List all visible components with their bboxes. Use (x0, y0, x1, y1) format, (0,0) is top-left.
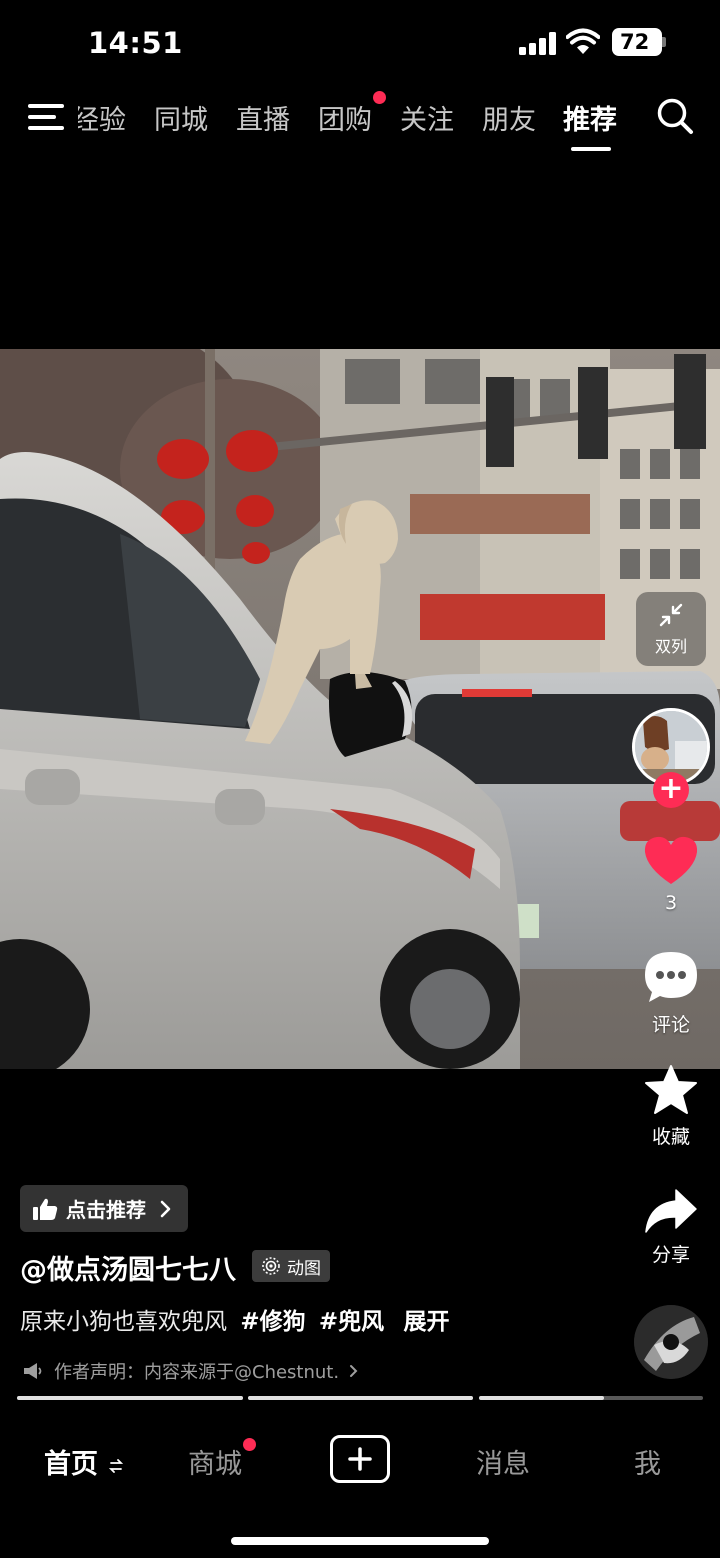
tab-group-buy[interactable]: 团购 (318, 98, 372, 137)
recommend-label: 点击推荐 (66, 1198, 146, 1222)
double-column-label: 双列 (654, 637, 687, 656)
group-buy-notification-dot (373, 91, 386, 104)
chevron-right-icon (160, 1200, 171, 1217)
music-disc[interactable] (634, 1305, 708, 1379)
tab-following[interactable]: 关注 (400, 98, 454, 137)
plus-icon (348, 1447, 372, 1471)
progress-segment (479, 1396, 703, 1400)
megaphone-icon (24, 1363, 42, 1379)
status-time: 14:51 (88, 26, 183, 60)
video-caption: 原来小狗也喜欢兜风 #修狗 #兜风 展开 (20, 1302, 450, 1336)
progress-segment (17, 1396, 243, 1400)
tab-messages[interactable]: 消息 (476, 1442, 530, 1481)
chevron-right-icon (350, 1365, 358, 1377)
like-button[interactable]: 3 (630, 836, 712, 914)
tab-same-city[interactable]: 同城 (154, 98, 208, 137)
active-tab-indicator (571, 147, 611, 151)
hashtag[interactable]: #修狗 (240, 1309, 305, 1335)
top-navigation: 经验 同城 直播 团购 关注 朋友 推荐 (0, 90, 720, 151)
hashtag[interactable]: #兜风 (319, 1309, 384, 1335)
create-button[interactable] (330, 1435, 390, 1483)
video-frame (0, 349, 720, 1069)
battery-indicator: 72 (612, 28, 662, 56)
progress-fill (248, 1396, 473, 1400)
wifi-icon (566, 28, 600, 54)
share-button[interactable]: 分享 (630, 1188, 712, 1267)
recommend-button[interactable]: 点击推荐 (20, 1185, 188, 1232)
double-column-button[interactable]: 双列 (636, 592, 706, 666)
tab-home-label: 首页 (44, 1449, 98, 1480)
tab-mall[interactable]: 商城 (188, 1442, 242, 1481)
caption-text: 原来小狗也喜欢兜风 (20, 1309, 227, 1335)
battery-tip (662, 37, 666, 47)
comment-icon (645, 952, 697, 1002)
video-player[interactable] (0, 349, 720, 1069)
motion-icon (262, 1257, 280, 1275)
declaration-text: 作者声明：内容来源于@Chestnut. (54, 1362, 340, 1383)
tab-experience[interactable]: 经验 (78, 98, 130, 137)
star-icon (645, 1065, 697, 1114)
progress-fill (17, 1396, 243, 1400)
favorite-button[interactable]: 收藏 (630, 1064, 712, 1149)
tab-live[interactable]: 直播 (236, 98, 290, 137)
share-arrow-icon (645, 1189, 697, 1233)
thumbs-up-icon (33, 1198, 58, 1220)
search-icon[interactable] (655, 96, 695, 136)
music-disc-image (634, 1305, 708, 1379)
progress-segment (248, 1396, 473, 1400)
swap-icon (109, 1458, 124, 1473)
comment-label: 评论 (651, 1014, 690, 1036)
author-declaration[interactable]: 作者声明：内容来源于@Chestnut. (22, 1358, 361, 1384)
tab-me[interactable]: 我 (634, 1442, 661, 1481)
menu-icon[interactable] (28, 102, 66, 132)
favorite-label: 收藏 (651, 1126, 690, 1148)
home-indicator[interactable] (231, 1537, 489, 1545)
cellular-signal-icon (519, 31, 557, 55)
tab-home[interactable]: 首页 (44, 1442, 124, 1481)
plus-icon: + (658, 770, 684, 806)
author-name[interactable]: @做点汤圆七七八 (20, 1248, 236, 1287)
tab-recommended[interactable]: 推荐 (563, 98, 617, 137)
motion-image-tag: 动图 (252, 1250, 330, 1282)
like-count: 3 (664, 892, 678, 914)
mall-notification-dot (243, 1438, 256, 1451)
progress-fill (479, 1396, 605, 1400)
tab-friends[interactable]: 朋友 (482, 98, 536, 137)
comment-button[interactable]: 评论 (630, 950, 712, 1037)
motion-tag-label: 动图 (287, 1258, 321, 1279)
follow-button[interactable]: + (653, 772, 689, 808)
collapse-arrows-icon (659, 603, 683, 627)
status-bar: 14:51 72 (0, 0, 720, 86)
heart-icon (644, 836, 698, 884)
share-label: 分享 (651, 1244, 690, 1266)
expand-button[interactable]: 展开 (404, 1309, 450, 1335)
